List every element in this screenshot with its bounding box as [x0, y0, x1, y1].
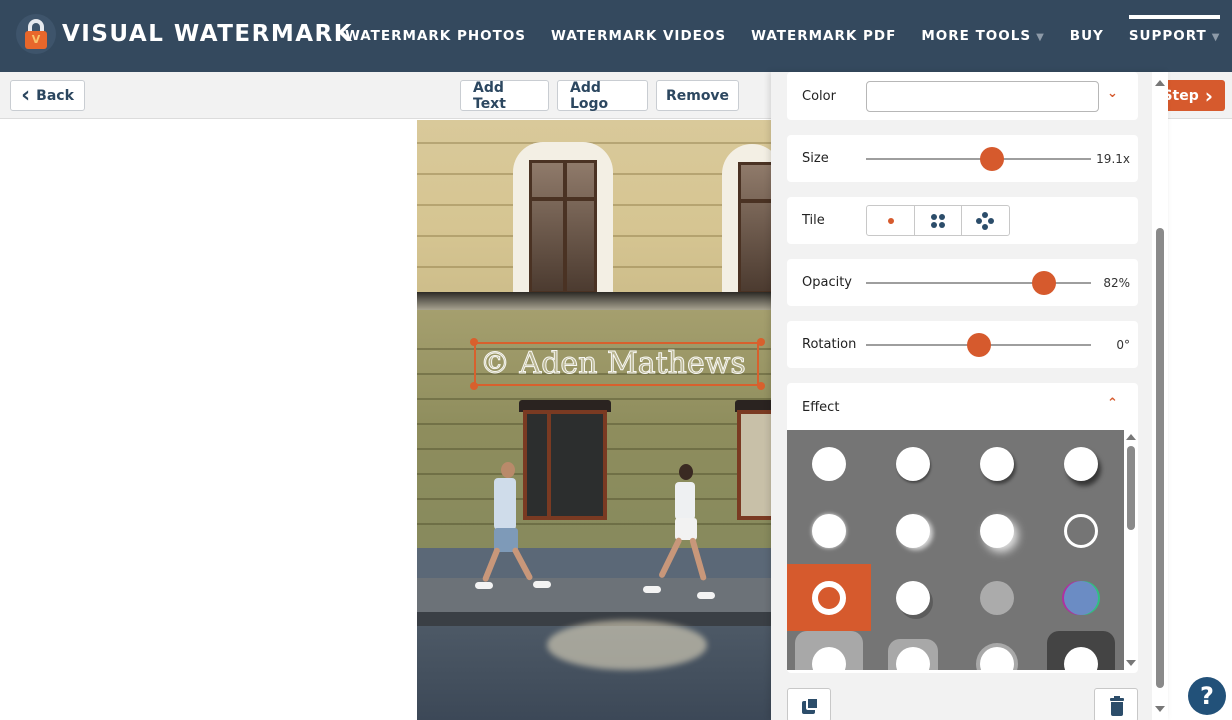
effect-option[interactable]: [787, 430, 871, 497]
resize-handle[interactable]: [757, 338, 765, 346]
delete-button[interactable]: [1094, 688, 1138, 720]
chevron-up-icon[interactable]: ⌃: [1107, 396, 1118, 411]
nav-buy[interactable]: BUY: [1070, 28, 1104, 44]
rotation-value: 0°: [1116, 338, 1130, 352]
photo-canvas[interactable]: © Aden Mathews: [417, 120, 773, 720]
rotation-label: Rotation: [802, 337, 857, 352]
opacity-slider[interactable]: [866, 271, 1091, 295]
effect-option[interactable]: [787, 497, 871, 564]
brand-name: VISUAL WATERMARK: [62, 21, 354, 47]
effect-option[interactable]: [871, 631, 955, 670]
panel-scrollbar[interactable]: [1152, 72, 1168, 720]
main-nav: WATERMARK PHOTOS WATERMARK VIDEOS WATERM…: [345, 15, 1232, 44]
chevron-right-icon: ›: [1204, 83, 1213, 108]
caret-down-icon: ▼: [1211, 32, 1221, 43]
scroll-down-arrow-icon[interactable]: [1155, 706, 1165, 712]
color-label: Color: [802, 89, 836, 104]
effect-option[interactable]: [1039, 631, 1123, 670]
resize-handle[interactable]: [470, 338, 478, 346]
effect-option-selected[interactable]: [787, 564, 871, 631]
watermark-selection-box[interactable]: © Aden Mathews: [474, 342, 759, 386]
rotation-row: Rotation 0°: [787, 321, 1138, 368]
effect-option[interactable]: [955, 631, 1039, 670]
size-value: 19.1x: [1096, 152, 1130, 166]
size-slider-thumb[interactable]: [980, 147, 1004, 171]
nav-support[interactable]: SUPPORT ▼: [1128, 15, 1221, 44]
help-button[interactable]: ?: [1188, 677, 1226, 715]
scroll-up-arrow-icon[interactable]: [1126, 434, 1136, 440]
size-label: Size: [802, 151, 829, 166]
scroll-up-arrow-icon[interactable]: [1155, 80, 1165, 86]
effect-grid-scrollbar[interactable]: [1124, 430, 1138, 670]
effect-option[interactable]: [871, 497, 955, 564]
logo-letter: V: [25, 31, 47, 49]
remove-button[interactable]: Remove: [656, 80, 739, 111]
tile-diamond-button[interactable]: [962, 206, 1009, 235]
chevron-down-icon[interactable]: ⌄: [1107, 86, 1118, 101]
effect-option[interactable]: [871, 564, 955, 631]
add-text-button[interactable]: Add Text: [460, 80, 549, 112]
back-label: Back: [36, 87, 74, 104]
panel-scrollbar-thumb[interactable]: [1156, 228, 1164, 688]
single-dot-icon: [888, 218, 894, 224]
chevron-left-icon: ‹: [21, 82, 31, 108]
effect-option[interactable]: [955, 497, 1039, 564]
effect-option[interactable]: [1039, 430, 1123, 497]
effect-grid: [787, 430, 1138, 670]
opacity-value: 82%: [1103, 276, 1130, 290]
scroll-down-arrow-icon[interactable]: [1126, 660, 1136, 666]
effect-label: Effect: [802, 400, 840, 415]
nav-more-tools[interactable]: MORE TOOLS ▼: [921, 28, 1044, 44]
opacity-label: Opacity: [802, 275, 853, 290]
nav-watermark-videos[interactable]: WATERMARK VIDEOS: [551, 28, 726, 44]
effect-option[interactable]: [871, 430, 955, 497]
photo-window: [523, 410, 607, 520]
rotation-slider-thumb[interactable]: [966, 333, 991, 357]
caret-down-icon: ▼: [1036, 32, 1045, 43]
nav-watermark-pdf[interactable]: WATERMARK PDF: [751, 28, 896, 44]
tile-single-button[interactable]: [867, 206, 915, 235]
add-logo-button[interactable]: Add Logo: [557, 80, 648, 112]
tile-row: Tile: [787, 197, 1138, 244]
scrollbar-thumb[interactable]: [1127, 446, 1135, 530]
photo-window: [513, 142, 613, 294]
size-row: Size 19.1x: [787, 135, 1138, 182]
tile-label: Tile: [802, 213, 825, 228]
effect-option[interactable]: [955, 564, 1039, 631]
effect-option[interactable]: [955, 430, 1039, 497]
top-navigation: V VISUAL WATERMARK WATERMARK PHOTOS WATE…: [0, 0, 1232, 72]
watermark-settings-panel: Color ⌄ Size 19.1x Tile Opacity 82% Rota…: [771, 72, 1168, 720]
back-button[interactable]: ‹ Back: [10, 80, 85, 111]
effect-option[interactable]: [1039, 497, 1123, 564]
tile-grid-button[interactable]: [915, 206, 963, 235]
duplicate-button[interactable]: [787, 688, 831, 720]
photo-window: [722, 144, 773, 294]
effect-section: Effect ⌃: [787, 383, 1138, 673]
size-slider[interactable]: [866, 147, 1091, 171]
opacity-slider-thumb[interactable]: [1031, 271, 1056, 295]
nav-watermark-photos[interactable]: WATERMARK PHOTOS: [345, 28, 526, 44]
color-row: Color ⌄: [787, 72, 1138, 120]
watermark-text[interactable]: © Aden Mathews: [480, 346, 747, 382]
resize-handle[interactable]: [757, 382, 765, 390]
effect-option[interactable]: [1039, 564, 1123, 631]
color-input[interactable]: [866, 81, 1099, 112]
rotation-slider[interactable]: [866, 333, 1091, 357]
opacity-row: Opacity 82%: [787, 259, 1138, 306]
resize-handle[interactable]: [470, 382, 478, 390]
tile-options: [866, 205, 1010, 236]
lock-logo-icon: V: [16, 14, 56, 54]
effect-option[interactable]: [787, 631, 871, 670]
brand-logo[interactable]: V VISUAL WATERMARK: [16, 14, 353, 54]
